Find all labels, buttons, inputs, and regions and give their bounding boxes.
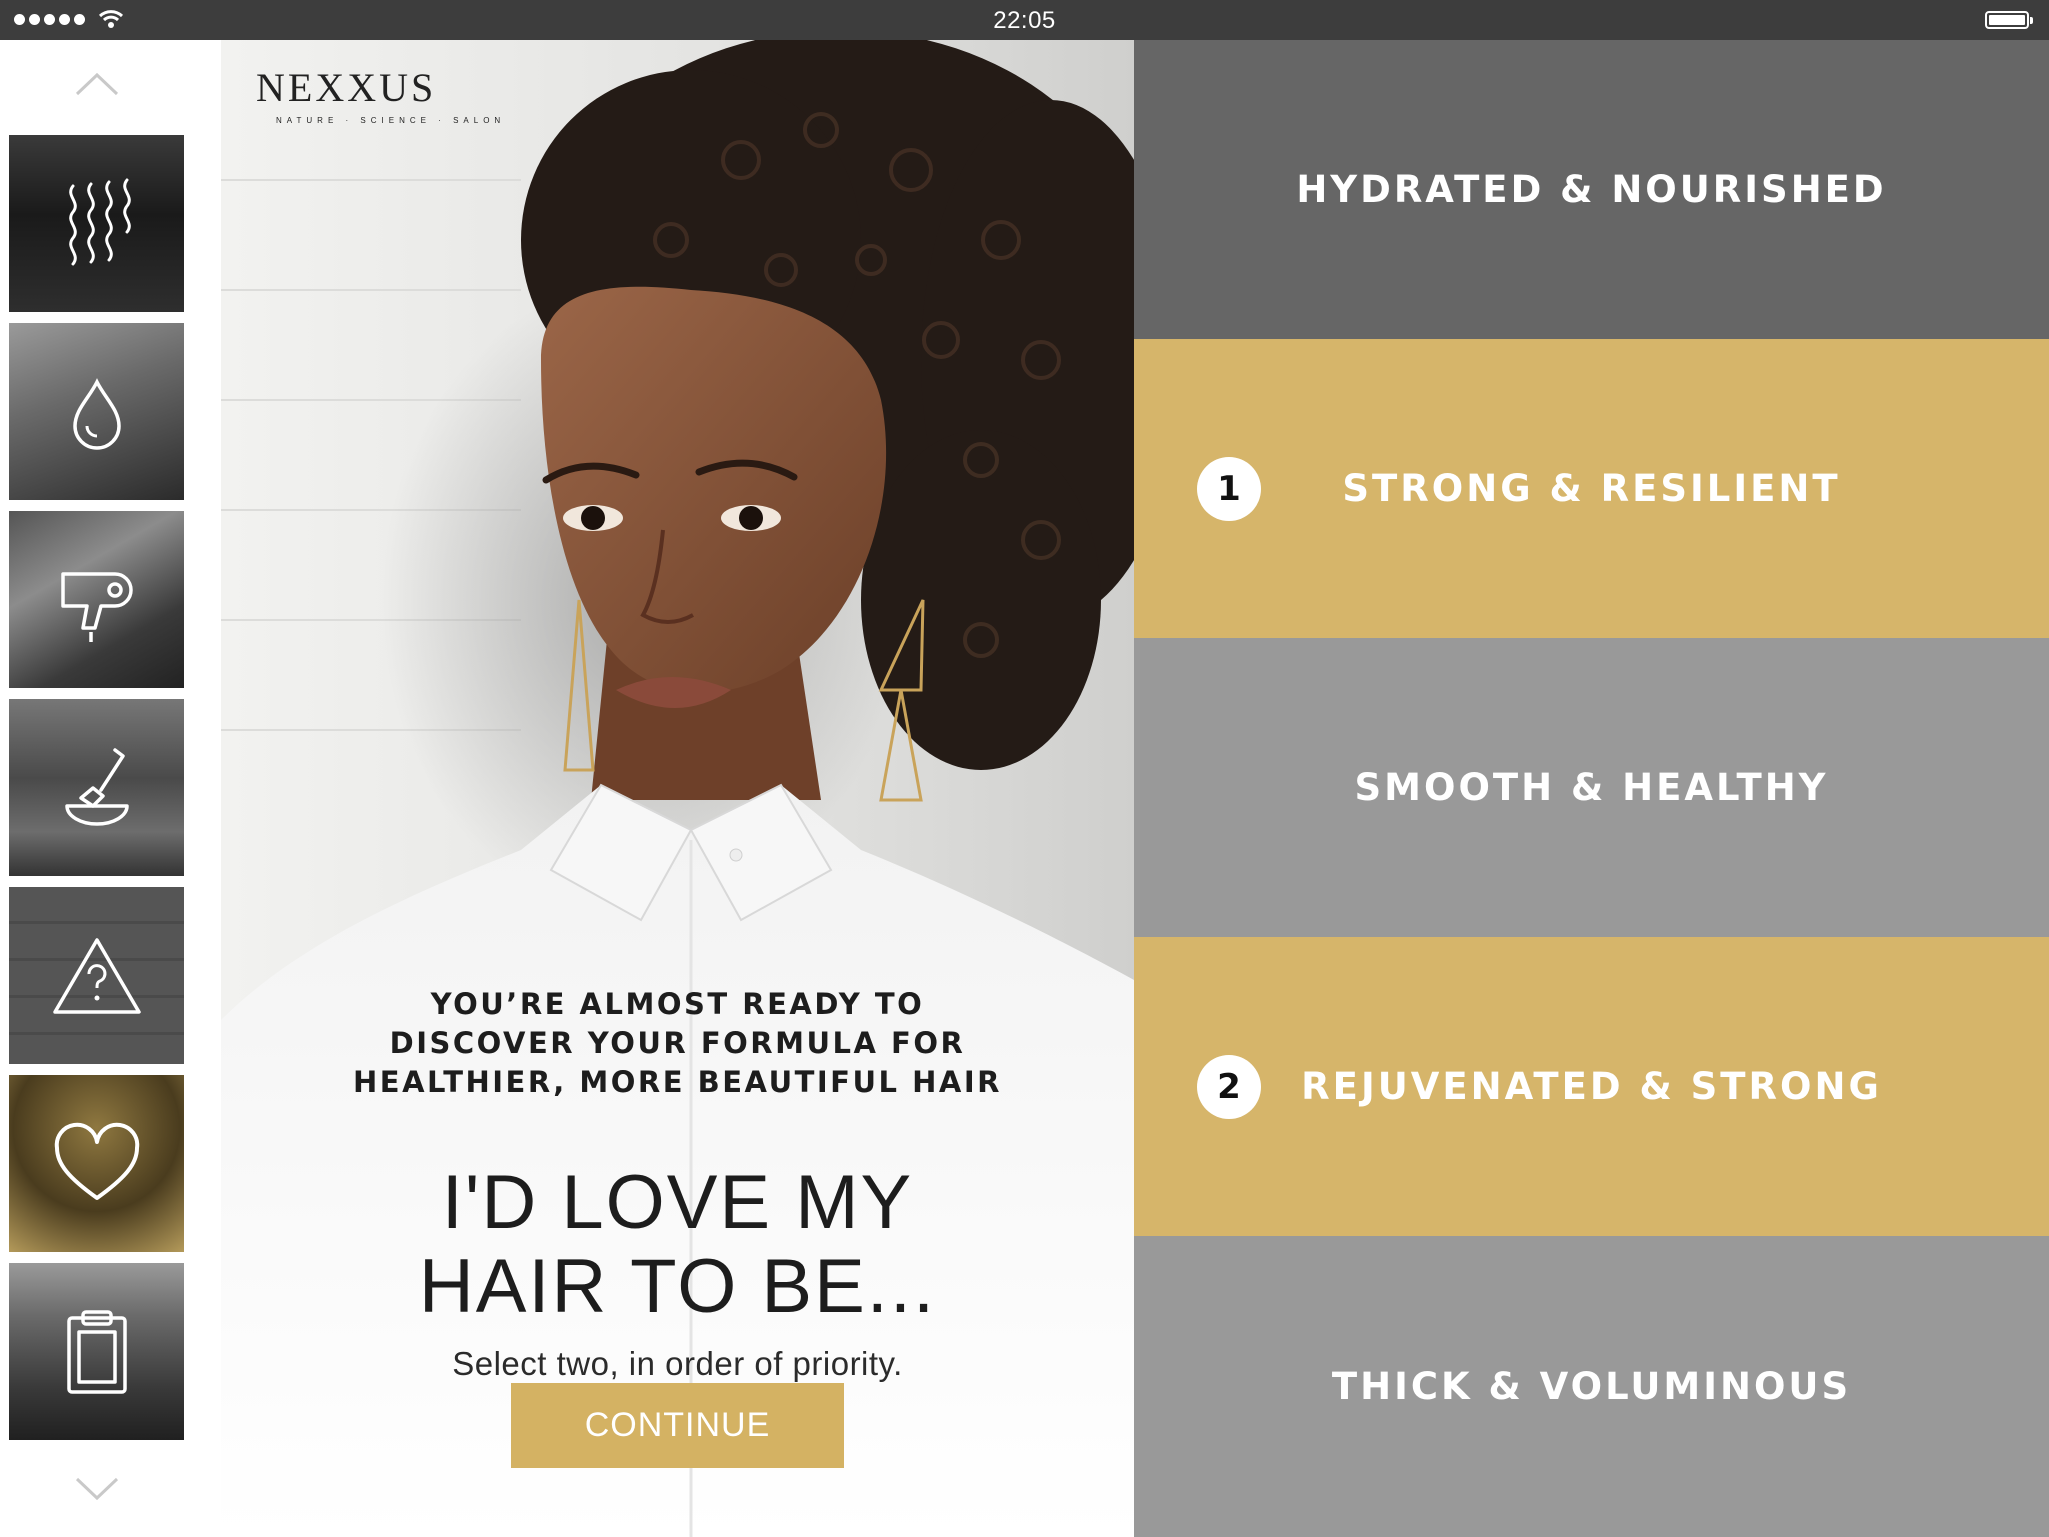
sidebar-item-results[interactable] <box>9 1263 184 1440</box>
option-smooth-healthy[interactable]: SMOOTH & HEALTHY <box>1134 638 2049 937</box>
brush-bowl-icon <box>64 747 129 826</box>
heart-icon <box>54 1122 139 1200</box>
water-drop-icon <box>72 377 121 450</box>
option-hydrated-nourished[interactable]: HYDRATED & NOURISHED <box>1134 40 2049 339</box>
option-rejuvenated-strong[interactable]: 2 REJUVENATED & STRONG <box>1134 937 2049 1236</box>
clipboard-icon <box>66 1309 127 1394</box>
intro-line: HEALTHIER, MORE BEAUTIFUL HAIR <box>353 1065 1002 1099</box>
hair-waves-icon <box>68 178 131 265</box>
option-thick-voluminous[interactable]: THICK & VOLUMINOUS <box>1134 1236 2049 1537</box>
priority-badge: 1 <box>1197 456 1261 521</box>
status-time: 22:05 <box>993 7 1056 34</box>
sidebar-item-concerns[interactable] <box>9 887 184 1064</box>
sidebar-item-styling[interactable] <box>9 511 184 688</box>
battery-icon <box>1985 11 2033 29</box>
options-list: HYDRATED & NOURISHED 1 STRONG & RESILIEN… <box>1134 40 2049 1537</box>
intro-line: DISCOVER YOUR FORMULA FOR <box>389 1026 966 1060</box>
option-label: HYDRATED & NOURISHED <box>1296 168 1887 211</box>
hair-dryer-icon <box>60 571 133 642</box>
continue-button[interactable]: CONTINUE <box>511 1383 844 1468</box>
sidebar-item-hair-type[interactable] <box>9 135 184 312</box>
option-label: REJUVENATED & STRONG <box>1301 1065 1882 1108</box>
intro-line: YOU’RE ALMOST READY TO <box>430 987 925 1021</box>
hero-panel: NEXXUS NATURE · SCIENCE · SALON YOU’RE A… <box>221 40 1134 1537</box>
sidebar-item-goals[interactable] <box>9 1075 184 1252</box>
sidebar-item-coloring[interactable] <box>9 699 184 876</box>
option-label: THICK & VOLUMINOUS <box>1331 1365 1852 1408</box>
brand-logo: NEXXUS NATURE · SCIENCE · SALON <box>256 65 506 126</box>
chevron-down-icon[interactable] <box>74 1475 120 1503</box>
headline-line: HAIR TO BE... <box>418 1244 937 1329</box>
page-title: I'D LOVE MY HAIR TO BE... <box>221 1161 1134 1329</box>
option-label: SMOOTH & HEALTHY <box>1354 766 1829 809</box>
logo-wordmark: NEXXUS <box>256 65 437 110</box>
headline-line: I'D LOVE MY <box>441 1160 914 1245</box>
chevron-up-icon[interactable] <box>74 70 120 98</box>
option-strong-resilient[interactable]: 1 STRONG & RESILIENT <box>1134 339 2049 638</box>
logo-tagline: NATURE · SCIENCE · SALON <box>276 116 506 125</box>
option-label: STRONG & RESILIENT <box>1342 467 1841 510</box>
intro-text: YOU’RE ALMOST READY TO DISCOVER YOUR FOR… <box>221 985 1134 1102</box>
sidebar-nav <box>0 40 221 1537</box>
status-bar: 22:05 <box>0 0 2049 40</box>
instruction-text: Select two, in order of priority. <box>452 1345 903 1382</box>
warning-question-icon <box>52 937 141 1014</box>
priority-badge: 2 <box>1197 1054 1261 1119</box>
sidebar-item-moisture[interactable] <box>9 323 184 500</box>
